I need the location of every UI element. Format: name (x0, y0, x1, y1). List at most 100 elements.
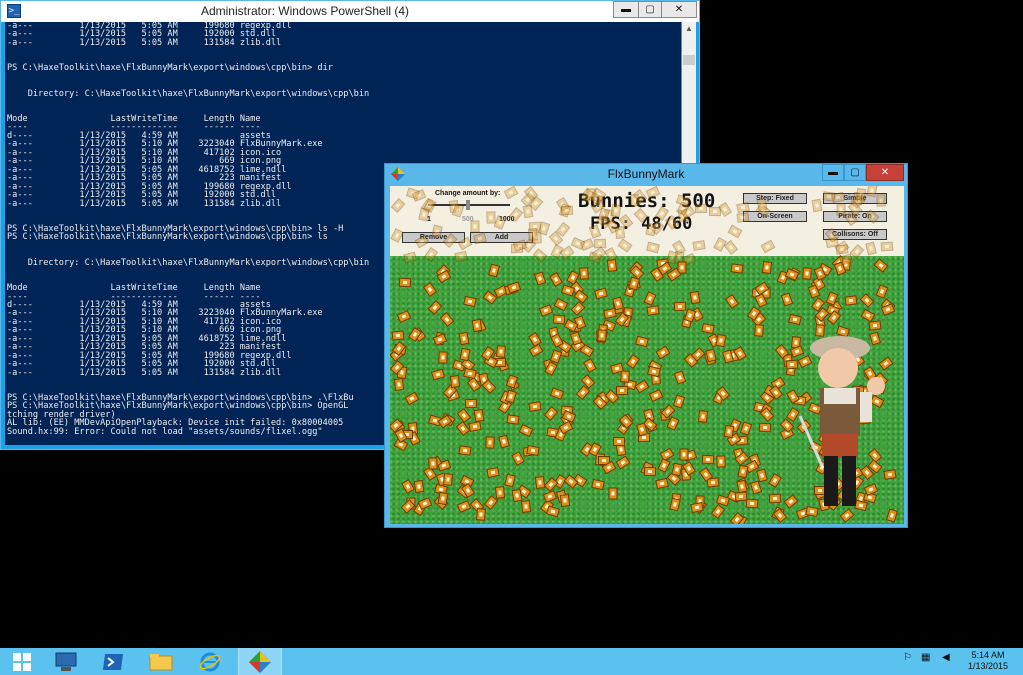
flxbunnymark-window[interactable]: FlxBunnyMark ▬ ▢ ✕ Change amount by: 1 5… (384, 163, 908, 528)
maximize-button[interactable]: ▢ (844, 164, 866, 181)
bunny-sprite (526, 445, 540, 456)
bunny-sprite (836, 203, 846, 216)
bunny-sprite (438, 351, 448, 364)
bunny-sprite (393, 377, 405, 392)
bunny-sprite (737, 464, 749, 479)
bunny-sprite (488, 263, 500, 278)
maximize-button[interactable]: ▢ (638, 1, 662, 18)
bunny-sprite (689, 290, 701, 305)
bunny-sprite (849, 244, 865, 259)
bunny-sprite (855, 187, 867, 202)
internet-explorer-icon (199, 652, 221, 671)
bunny-sprite (612, 436, 626, 447)
bunny-sprite (839, 253, 853, 266)
bunny-sprite (705, 348, 717, 363)
bunny-sprite (645, 186, 661, 200)
bunny-sprite (579, 267, 589, 280)
bunny-sprite (414, 234, 430, 249)
close-button[interactable]: ✕ (661, 1, 697, 18)
bunny-sprite (633, 208, 649, 223)
bunny-sprite (559, 494, 571, 507)
bunny-sprite (390, 228, 404, 243)
bunny-sprite (493, 215, 507, 230)
bunny-sprite (754, 324, 764, 337)
bunny-sprite (593, 287, 609, 300)
bunny-sprite (802, 267, 812, 280)
bunny-sprite (697, 410, 709, 423)
bunny-sprite (672, 394, 686, 409)
bunny-sprite (759, 407, 775, 422)
bunny-sprite (758, 422, 772, 433)
bunny-sprite (669, 497, 681, 512)
volume-icon[interactable]: ◀ (942, 652, 950, 663)
bunny-sprite (422, 282, 438, 297)
bunny-sprite (528, 228, 538, 241)
bunny-sprite (756, 197, 768, 212)
bunny-sprite (701, 322, 715, 335)
bunny-sprite (532, 248, 548, 263)
bunny-sprite (471, 318, 483, 333)
minimize-button[interactable]: ▬ (613, 1, 639, 18)
bunny-sprite (538, 304, 554, 317)
bunny-sprite (522, 204, 534, 219)
bunny-sprite (608, 487, 618, 500)
bunny-sprite (745, 498, 759, 509)
start-button[interactable] (0, 648, 44, 675)
bunny-sprite (533, 271, 547, 286)
minimize-button[interactable]: ▬ (822, 164, 844, 181)
bunny-sprite (498, 434, 510, 449)
bunny-sprite (694, 203, 708, 214)
bunny-sprite (724, 294, 740, 309)
bunny-sprite (647, 365, 661, 378)
bunny-sprite (463, 295, 477, 308)
bunny-sprite (628, 276, 640, 291)
powershell-titlebar[interactable]: >_ Administrator: Windows PowerShell (4)… (1, 1, 699, 22)
bunny-sprite (610, 203, 622, 218)
bunny-sprite (844, 295, 858, 306)
bunny-sprite (458, 331, 470, 346)
taskbar-file-explorer[interactable] (139, 648, 183, 675)
system-clock[interactable]: 5:14 AM 1/13/2015 (958, 650, 1018, 672)
bunny-sprite (552, 314, 566, 325)
bunny-sprite (520, 500, 532, 513)
taskbar-powershell[interactable] (91, 648, 135, 675)
bunny-sprite (723, 424, 735, 439)
taskbar-server-manager[interactable] (44, 648, 88, 675)
network-icon[interactable]: ▦ (921, 652, 930, 663)
pirate-sprite (798, 336, 885, 506)
bunny-sprite (859, 293, 875, 308)
bunny-sprite (673, 370, 687, 385)
bunny-sprite (865, 241, 877, 256)
bunny-sprite (511, 488, 523, 503)
action-center-flag-icon[interactable]: ⚐ (903, 652, 912, 663)
bunny-sprite (456, 408, 472, 423)
bunny-sprite (463, 367, 477, 380)
taskbar-flxbunnymark[interactable] (238, 648, 282, 675)
bunny-sprite (508, 207, 524, 222)
bunny-sprite (442, 233, 458, 248)
bunny-sprite (403, 251, 417, 264)
bunny-sprite (418, 207, 430, 222)
bunny-sprite (503, 186, 519, 200)
bunny-sprite (597, 329, 607, 342)
bunny-sprite (456, 500, 472, 513)
scroll-thumb[interactable] (683, 55, 695, 65)
bunny-sprite (588, 224, 602, 239)
game-canvas[interactable]: Change amount by: 1 500 1000 Remove Add … (390, 186, 904, 524)
scroll-up-arrow-icon[interactable]: ▲ (682, 22, 696, 36)
bunny-sprite (625, 354, 641, 369)
bunny-sprite (655, 477, 669, 490)
bunny-sprite (475, 508, 487, 521)
bunny-sprite (391, 330, 405, 341)
close-button[interactable]: ✕ (866, 164, 904, 181)
bunny-sprite (730, 263, 744, 274)
clock-time: 5:14 AM (971, 650, 1005, 660)
bunny-sprite (873, 258, 889, 273)
bunny-sprite (423, 247, 439, 262)
bunny-sprite (443, 473, 453, 486)
bunny-sprite (430, 368, 446, 381)
bunny-sprite (617, 238, 633, 253)
taskbar-internet-explorer[interactable] (188, 648, 232, 675)
bunny-sprite (756, 468, 768, 483)
bunny-sprite (485, 436, 495, 449)
